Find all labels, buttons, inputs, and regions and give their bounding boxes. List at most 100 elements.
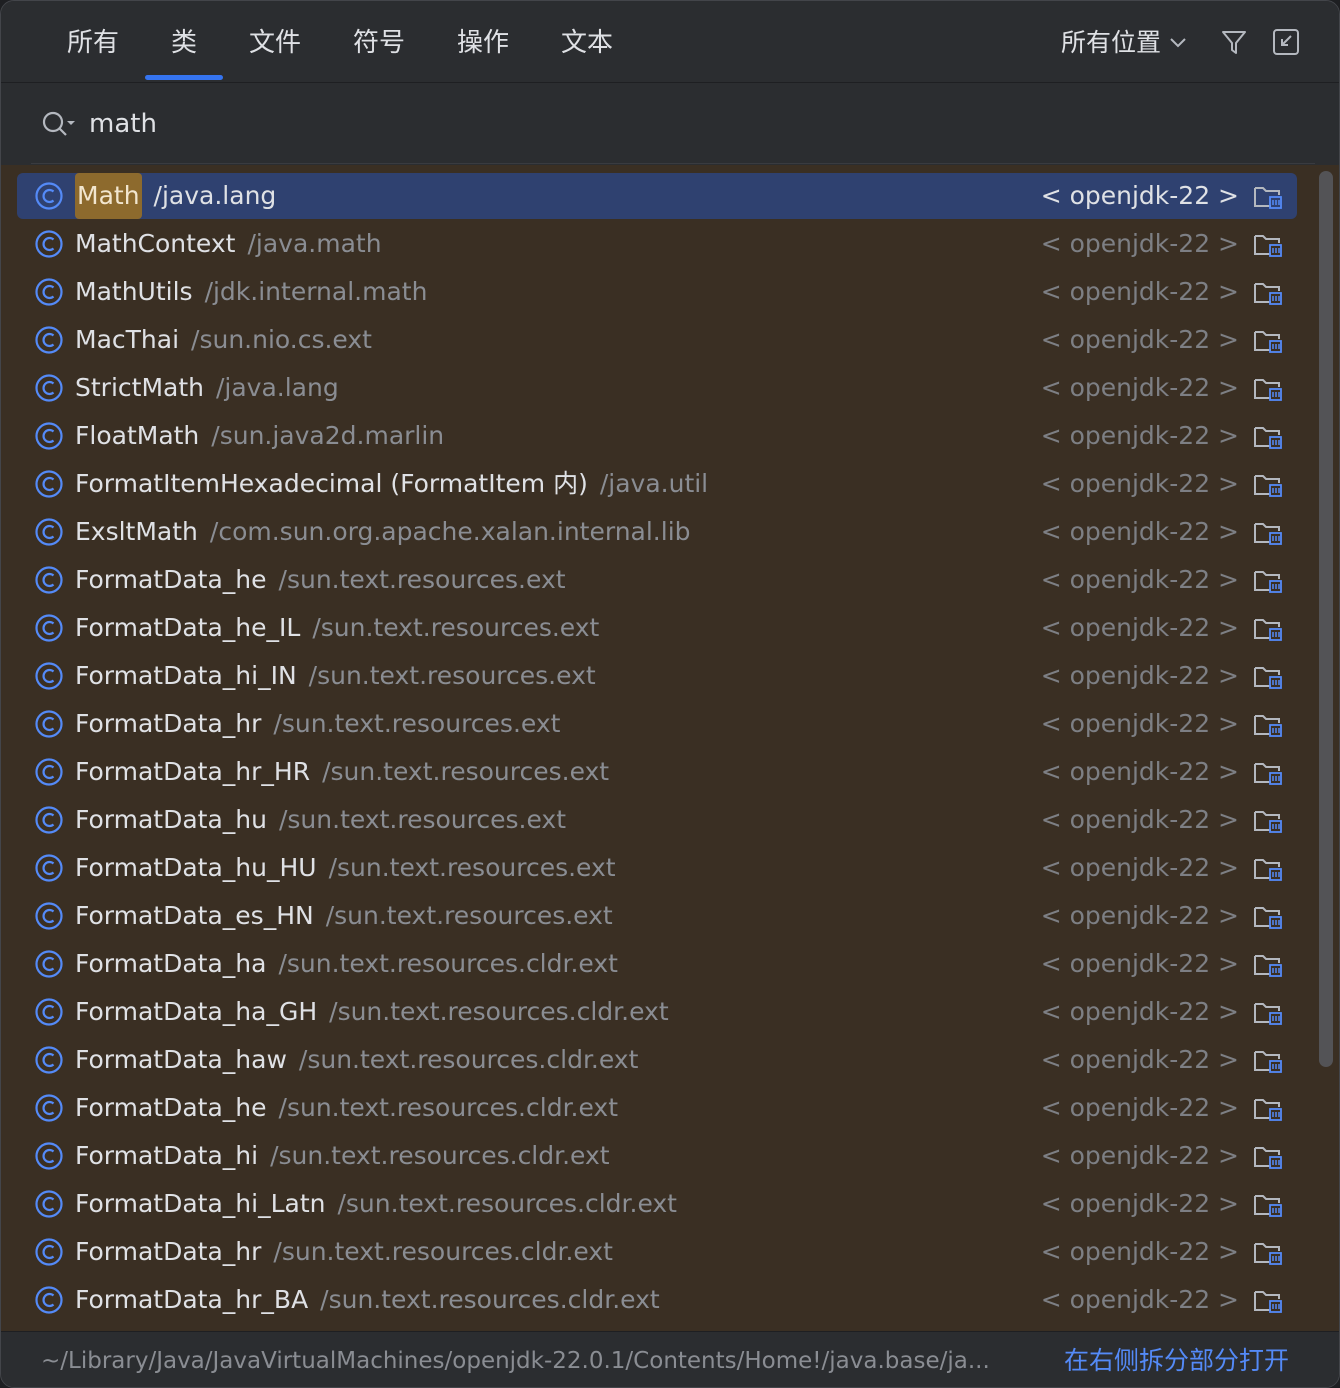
class-name: FormatItemHexadecimal (FormatItem 内) [75, 469, 588, 498]
tab-symbols[interactable]: 符号 [353, 23, 405, 63]
scope-dropdown[interactable]: 所有位置 [1061, 23, 1187, 63]
filter-icon[interactable] [1219, 27, 1249, 57]
result-label: FormatData_hi_IN/sun.text.resources.ext [75, 653, 596, 699]
library-folder-icon [1254, 379, 1282, 401]
result-row[interactable]: FormatData_hu/sun.text.resources.ext < op… [17, 797, 1297, 843]
class-name: FormatData_haw [75, 1045, 287, 1074]
class-icon [35, 566, 63, 594]
result-row[interactable]: FormatData_ha_GH/sun.text.resources.cldr… [17, 989, 1297, 1035]
open-in-right-split-link[interactable]: 在右侧拆分部分打开 [1064, 1344, 1289, 1378]
library-location: < openjdk-22 > [1040, 853, 1239, 882]
library-folder-icon [1254, 619, 1282, 641]
package-name: /sun.text.resources.ext [325, 901, 613, 930]
class-icon [35, 950, 63, 978]
result-label: FormatData_ha_GH/sun.text.resources.cldr… [75, 989, 669, 1035]
package-name: /sun.text.resources.cldr.ext [273, 1237, 613, 1266]
file-path: ~/Library/Java/JavaVirtualMachines/openj… [41, 1348, 990, 1374]
result-row[interactable]: FormatData_hr_HR/sun.text.resources.ext <… [17, 749, 1297, 795]
class-name: FormatData_es_HN [75, 901, 314, 930]
library-location: < openjdk-22 > [1040, 997, 1239, 1026]
package-name: /sun.text.resources.ext [308, 661, 596, 690]
search-divider [31, 163, 1315, 164]
class-name: FormatData_he [75, 1093, 267, 1122]
result-row[interactable]: FormatData_he/sun.text.resources.cldr.ex… [17, 1085, 1297, 1131]
library-folder-icon [1254, 811, 1282, 833]
class-name: ExsltMath [75, 517, 198, 546]
result-row[interactable]: FormatData_hi_Latn/sun.text.resources.cl… [17, 1181, 1297, 1227]
package-name: /sun.text.resources.ext [278, 565, 566, 594]
class-name: FormatData_ha [75, 949, 267, 978]
package-name: /sun.text.resources.cldr.ext [298, 1045, 639, 1074]
result-row[interactable]: StrictMath/java.lang < openjdk-22 > [17, 365, 1297, 411]
result-row[interactable]: FormatItemHexadecimal (FormatItem 内) /jav… [17, 461, 1297, 507]
class-icon [35, 182, 63, 210]
result-row[interactable]: FormatData_hr_BA/sun.text.resources.cldr… [17, 1277, 1297, 1323]
result-row[interactable]: FormatData_hr/sun.text.resources.ext < op… [17, 701, 1297, 747]
class-icon [35, 1142, 63, 1170]
result-label: FormatData_he/sun.text.resources.cldr.ex… [75, 1085, 618, 1131]
package-name: /sun.text.resources.ext [322, 757, 610, 786]
package-name: /sun.java2d.marlin [211, 421, 445, 450]
result-row[interactable]: MacThai/sun.nio.cs.ext < openjdk-22 > [17, 317, 1297, 363]
class-icon [35, 758, 63, 786]
library-location: < openjdk-22 > [1040, 181, 1239, 210]
library-location: < openjdk-22 > [1040, 901, 1239, 930]
class-name: FormatData_hi [75, 1141, 259, 1170]
class-icon [35, 614, 63, 642]
result-row[interactable]: MathUtils/jdk.internal.math < openjdk-22 … [17, 269, 1297, 315]
result-label: ExsltMath/com.sun.org.apache.xalan.inter… [75, 509, 691, 555]
result-row[interactable]: FormatData_he/sun.text.resources.ext < op… [17, 557, 1297, 603]
result-row[interactable]: FormatData_hi/sun.text.resources.cldr.ex… [17, 1133, 1297, 1179]
collapse-window-icon[interactable] [1271, 27, 1301, 57]
package-name: /sun.text.resources.ext [278, 805, 566, 834]
result-label: StrictMath/java.lang [75, 365, 339, 411]
package-name: /com.sun.org.apache.xalan.internal.lib [209, 517, 691, 546]
scope-label: 所有位置 [1061, 28, 1162, 57]
library-folder-icon [1254, 1099, 1282, 1121]
library-location: < openjdk-22 > [1040, 373, 1239, 402]
results-scrollbar[interactable] [1319, 171, 1333, 1067]
tab-text[interactable]: 文本 [561, 23, 613, 63]
result-row[interactable]: MathContext/java.math < openjdk-22 > [17, 221, 1297, 267]
library-folder-icon [1254, 1243, 1282, 1265]
class-name: FormatData_hr_HR [75, 757, 311, 786]
result-row[interactable]: ExsltMath/com.sun.org.apache.xalan.inter… [17, 509, 1297, 555]
result-row[interactable]: FormatData_hr/sun.text.resources.cldr.ex… [17, 1229, 1297, 1275]
class-name: FormatData_hu [75, 805, 267, 834]
library-folder-icon [1254, 331, 1282, 353]
package-name: /java.math [247, 229, 382, 258]
class-icon [35, 326, 63, 354]
tab-all[interactable]: 所有 [67, 23, 119, 63]
result-label: Math/java.lang [75, 173, 276, 219]
library-folder-icon [1254, 955, 1282, 977]
result-label: FormatData_hr_BA/sun.text.resources.cldr… [75, 1277, 660, 1323]
tab-actions[interactable]: 操作 [457, 23, 509, 63]
library-folder-icon [1254, 1003, 1282, 1025]
class-icon [35, 230, 63, 258]
library-folder-icon [1254, 1291, 1282, 1313]
result-label: MathUtils/jdk.internal.math [75, 269, 427, 315]
library-location: < openjdk-22 > [1040, 1045, 1239, 1074]
package-name: /sun.text.resources.cldr.ext [278, 949, 618, 978]
result-label: FormatData_hi/sun.text.resources.cldr.ex… [75, 1133, 610, 1179]
library-folder-icon [1254, 523, 1282, 545]
package-name: /sun.text.resources.cldr.ext [329, 997, 669, 1026]
tab-classes[interactable]: 类 [171, 23, 197, 63]
search-icon[interactable] [41, 110, 77, 138]
class-icon [35, 998, 63, 1026]
result-row[interactable]: FormatData_ha/sun.text.resources.cldr.ex… [17, 941, 1297, 987]
chevron-down-icon [1170, 38, 1186, 48]
result-row[interactable]: FormatData_hi_IN/sun.text.resources.ext <… [17, 653, 1297, 699]
tab-files[interactable]: 文件 [249, 23, 301, 63]
library-location: < openjdk-22 > [1040, 613, 1239, 642]
result-row[interactable]: FormatData_he_IL/sun.text.resources.ext <… [17, 605, 1297, 651]
search-input[interactable] [89, 104, 889, 144]
result-label: FormatData_hu/sun.text.resources.ext [75, 797, 566, 843]
library-location: < openjdk-22 > [1040, 565, 1239, 594]
result-row[interactable]: FormatData_hu_HU/sun.text.resources.ext <… [17, 845, 1297, 891]
result-row[interactable]: FormatData_es_HN/sun.text.resources.ext <… [17, 893, 1297, 939]
result-row[interactable]: Math/java.lang < openjdk-22 > [17, 173, 1297, 219]
result-row[interactable]: FloatMath/sun.java2d.marlin < openjdk-22 … [17, 413, 1297, 459]
class-name: FormatData_hi_IN [75, 661, 297, 690]
result-row[interactable]: FormatData_haw/sun.text.resources.cldr.e… [17, 1037, 1297, 1083]
